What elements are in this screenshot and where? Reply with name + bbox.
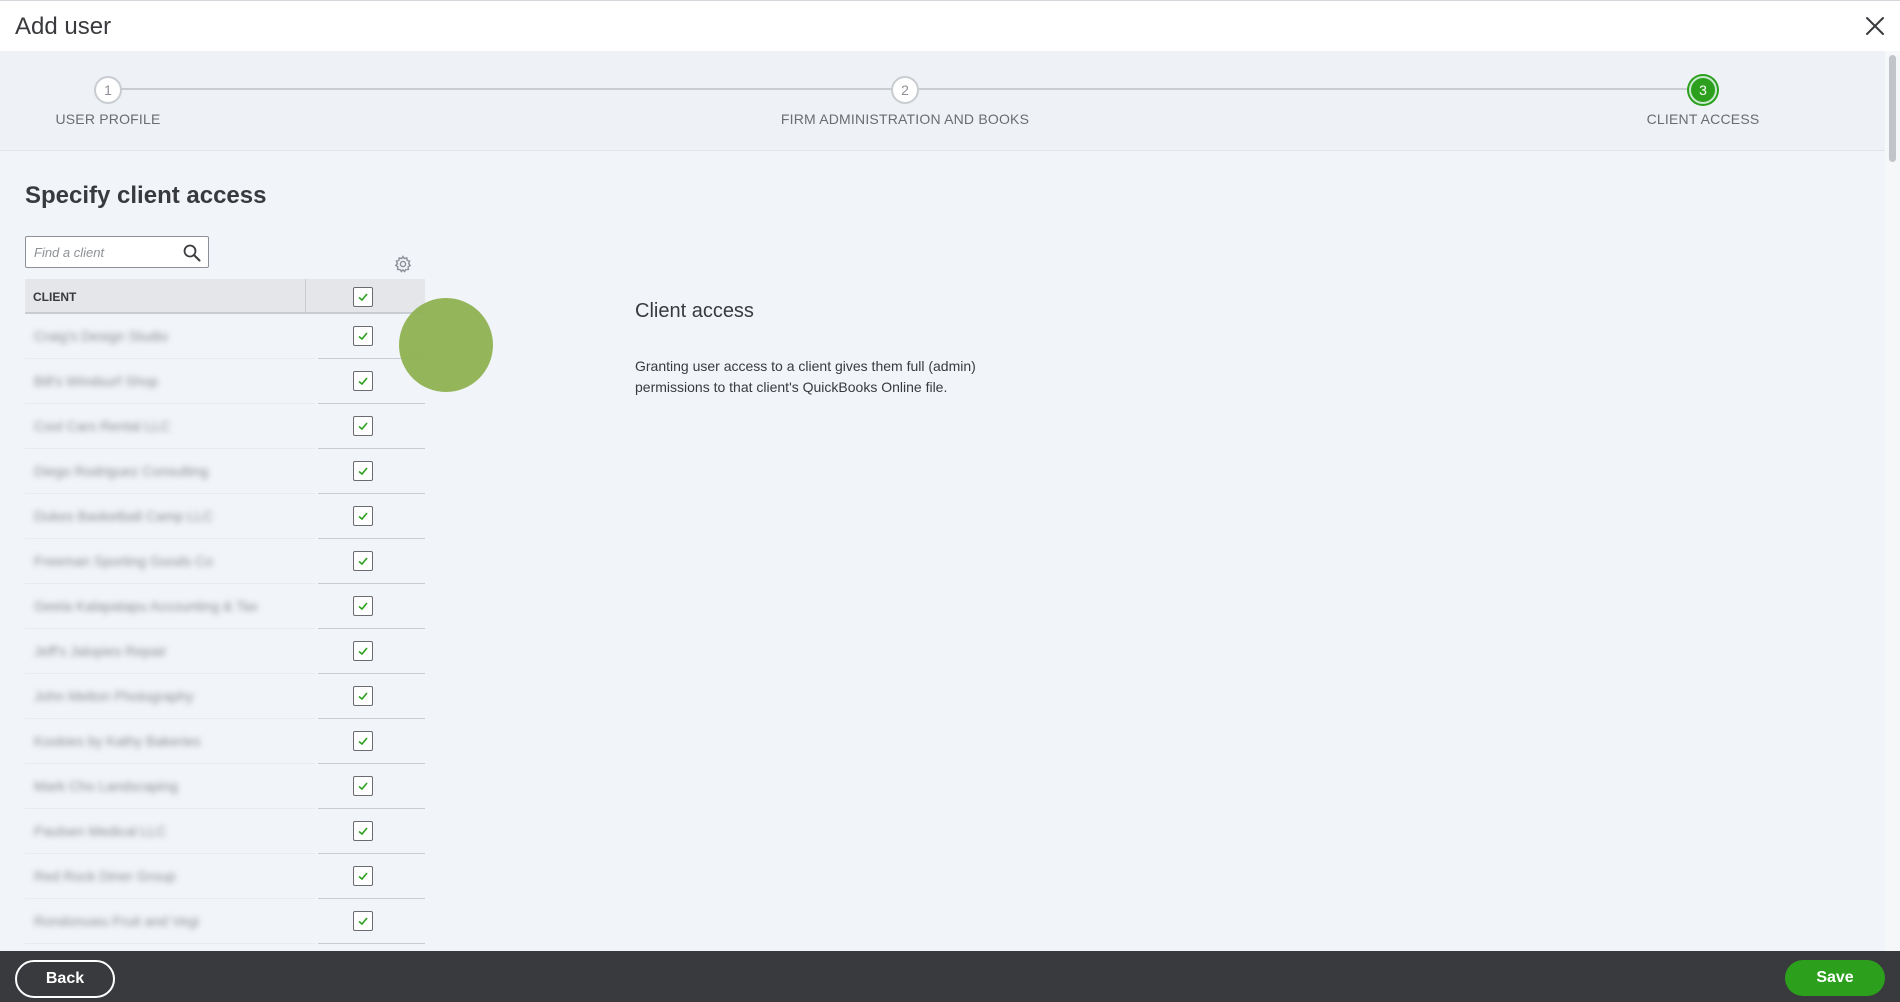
client-access-checkbox[interactable] <box>353 371 373 391</box>
table-row[interactable]: Diego Rodriguez Consulting <box>25 449 425 494</box>
table-row[interactable]: Rondonuwu Fruit and Vegi <box>25 899 425 944</box>
client-name-cell: Geeta Kalapatapu Accounting & Tax <box>25 584 315 629</box>
scrollbar-thumb[interactable] <box>1889 55 1896 162</box>
client-name-cell: Craig's Design Studio <box>25 314 315 359</box>
client-name: Bill's Windsurf Shop <box>34 373 159 389</box>
select-all-checkbox[interactable] <box>353 287 373 307</box>
table-row[interactable]: John Melton Photography <box>25 674 425 719</box>
access-cell <box>318 674 425 719</box>
client-name: Freeman Sporting Goods Co <box>34 553 213 569</box>
close-icon[interactable] <box>1862 13 1888 39</box>
gear-icon[interactable] <box>393 254 413 274</box>
client-name-cell: Jeff's Jalopies Repair <box>25 629 315 674</box>
client-access-checkbox[interactable] <box>353 731 373 751</box>
client-name: Jeff's Jalopies Repair <box>34 643 167 659</box>
client-access-checkbox[interactable] <box>353 326 373 346</box>
client-table: CLIENT Craig's Design Studio Bill's Winds… <box>25 279 425 944</box>
client-access-checkbox[interactable] <box>353 461 373 481</box>
access-cell <box>318 764 425 809</box>
step-1-circle: 1 <box>94 76 122 104</box>
access-cell <box>318 539 425 584</box>
table-row[interactable]: Kookies by Kathy Bakeries <box>25 719 425 764</box>
scrollbar[interactable] <box>1885 51 1900 951</box>
dialog-title: Add user <box>15 13 112 40</box>
client-name: John Melton Photography <box>34 688 194 704</box>
table-row[interactable]: Geeta Kalapatapu Accounting & Tax <box>25 584 425 629</box>
client-name-cell: Rondonuwu Fruit and Vegi <box>25 899 315 944</box>
table-row[interactable]: Cool Cars Rental LLC <box>25 404 425 449</box>
client-name: Paulsen Medical LLC <box>34 823 167 839</box>
step-2-label: FIRM ADMINISTRATION AND BOOKS <box>780 111 1030 127</box>
client-name-cell: Dukes Basketball Camp LLC <box>25 494 315 539</box>
access-cell <box>318 584 425 629</box>
table-body: Craig's Design Studio Bill's Windsurf Sho… <box>25 314 425 944</box>
access-cell <box>318 899 425 944</box>
dialog-header: Add user <box>0 0 1900 51</box>
client-access-checkbox[interactable] <box>353 776 373 796</box>
client-name-cell: Paulsen Medical LLC <box>25 809 315 854</box>
info-title: Client access <box>635 300 754 322</box>
step-2-circle: 2 <box>891 76 919 104</box>
client-name-cell: John Melton Photography <box>25 674 315 719</box>
client-access-checkbox[interactable] <box>353 911 373 931</box>
page-title: Specify client access <box>25 182 267 209</box>
column-header-client: CLIENT <box>33 290 77 304</box>
footer-bar: Back Save <box>0 951 1900 1002</box>
table-row[interactable]: Bill's Windsurf Shop <box>25 359 425 404</box>
client-access-checkbox[interactable] <box>353 416 373 436</box>
client-access-checkbox[interactable] <box>353 596 373 616</box>
access-cell <box>318 629 425 674</box>
client-name: Craig's Design Studio <box>34 328 169 344</box>
save-button[interactable]: Save <box>1785 960 1885 996</box>
client-search <box>25 236 209 268</box>
client-name: Cool Cars Rental LLC <box>34 418 171 434</box>
client-name: Mark Cho Landscaping <box>34 778 178 794</box>
table-header: CLIENT <box>25 279 425 314</box>
client-name: Red Rock Diner Group <box>34 868 176 884</box>
access-cell <box>318 449 425 494</box>
table-row[interactable]: Mark Cho Landscaping <box>25 764 425 809</box>
access-cell <box>318 809 425 854</box>
table-row[interactable]: Paulsen Medical LLC <box>25 809 425 854</box>
client-name: Dukes Basketball Camp LLC <box>34 508 213 524</box>
step-3-label: CLIENT ACCESS <box>1646 111 1760 127</box>
client-name-cell: Diego Rodriguez Consulting <box>25 449 315 494</box>
table-row[interactable]: Jeff's Jalopies Repair <box>25 629 425 674</box>
client-name-cell: Red Rock Diner Group <box>25 854 315 899</box>
access-cell <box>318 494 425 539</box>
client-access-checkbox[interactable] <box>353 641 373 661</box>
cursor-indicator <box>399 298 493 392</box>
access-cell <box>318 404 425 449</box>
column-divider <box>305 279 306 314</box>
table-row[interactable]: Craig's Design Studio <box>25 314 425 359</box>
client-name-cell: Freeman Sporting Goods Co <box>25 539 315 584</box>
search-icon[interactable] <box>182 243 202 263</box>
client-access-checkbox[interactable] <box>353 821 373 841</box>
client-access-checkbox[interactable] <box>353 506 373 526</box>
table-row[interactable]: Red Rock Diner Group <box>25 854 425 899</box>
search-input[interactable] <box>26 237 176 267</box>
client-name: Diego Rodriguez Consulting <box>34 463 209 479</box>
step-1-label: USER PROFILE <box>55 111 161 127</box>
client-name-cell: Kookies by Kathy Bakeries <box>25 719 315 764</box>
client-name-cell: Cool Cars Rental LLC <box>25 404 315 449</box>
back-button[interactable]: Back <box>15 960 115 998</box>
access-cell <box>318 719 425 764</box>
client-access-checkbox[interactable] <box>353 686 373 706</box>
table-row[interactable]: Dukes Basketball Camp LLC <box>25 494 425 539</box>
client-name: Rondonuwu Fruit and Vegi <box>34 913 199 929</box>
client-name: Kookies by Kathy Bakeries <box>34 733 201 749</box>
progress-stepper: 1 USER PROFILE 2 FIRM ADMINISTRATION AND… <box>0 51 1885 151</box>
client-name-cell: Mark Cho Landscaping <box>25 764 315 809</box>
client-access-checkbox[interactable] <box>353 866 373 886</box>
info-text: Granting user access to a client gives t… <box>635 358 976 395</box>
client-name-cell: Bill's Windsurf Shop <box>25 359 315 404</box>
client-name: Geeta Kalapatapu Accounting & Tax <box>34 598 258 614</box>
access-cell <box>318 854 425 899</box>
step-3-circle: 3 <box>1689 76 1717 104</box>
client-access-checkbox[interactable] <box>353 551 373 571</box>
table-row[interactable]: Freeman Sporting Goods Co <box>25 539 425 584</box>
